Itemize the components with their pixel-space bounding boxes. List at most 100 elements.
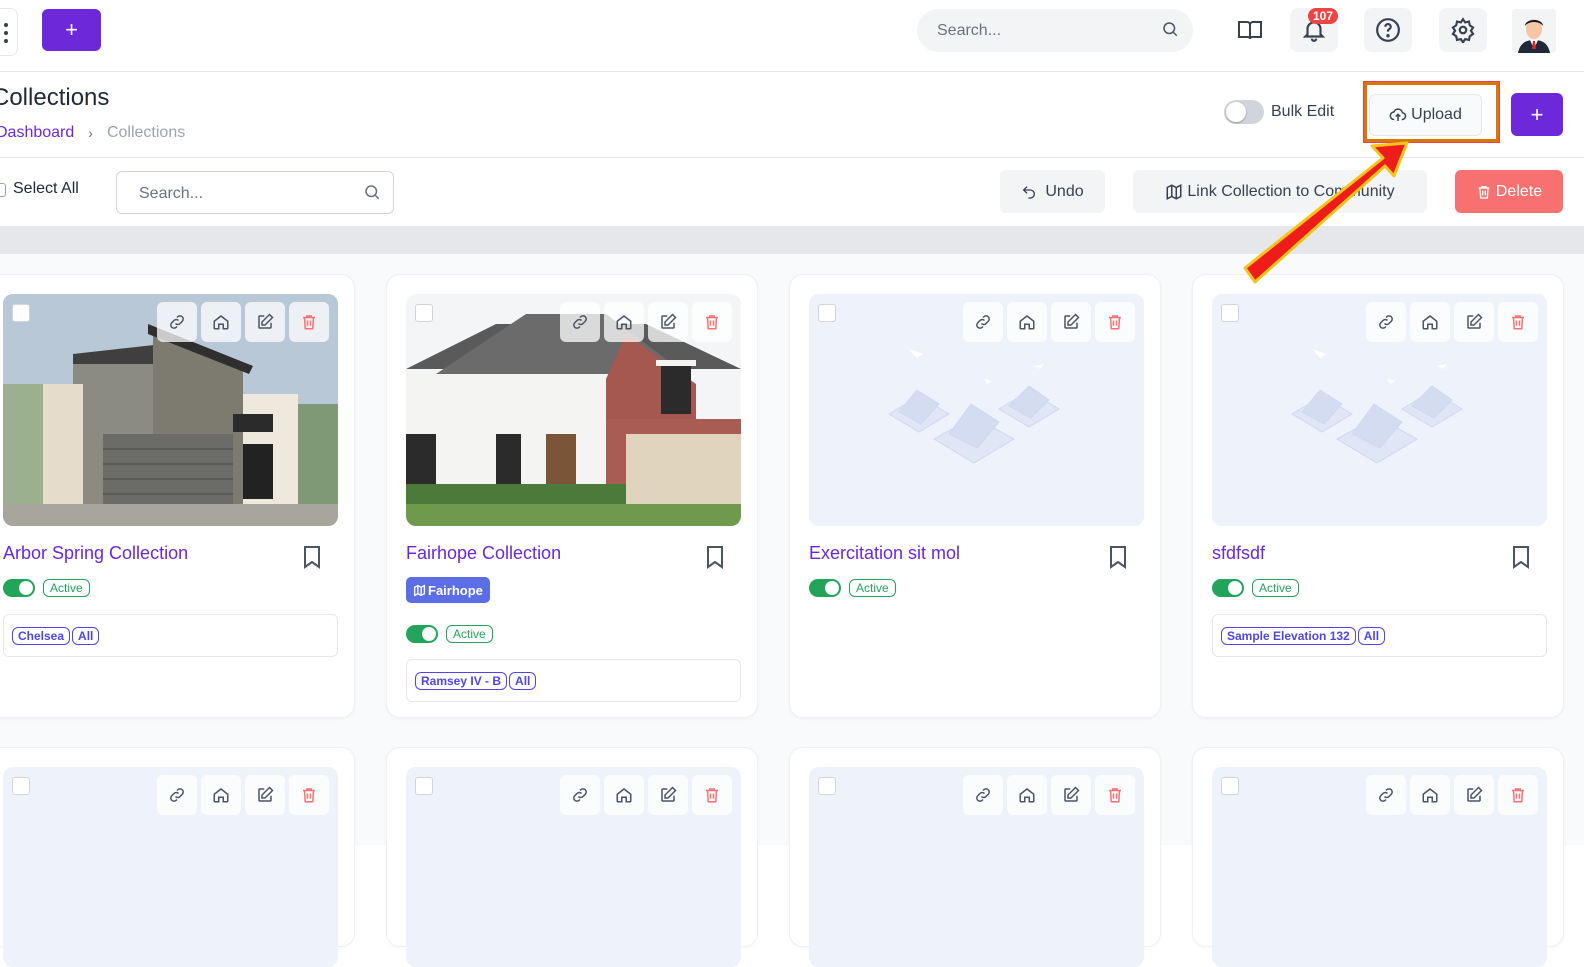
card-checkbox[interactable]: [1221, 304, 1239, 322]
collection-card[interactable]: sfdfsdf Active Sample Elevation 132 All: [1192, 274, 1564, 718]
bookmark-icon[interactable]: [1108, 545, 1128, 574]
link-icon[interactable]: [157, 302, 197, 342]
select-all-checkbox[interactable]: [0, 183, 6, 197]
active-toggle[interactable]: [406, 625, 438, 643]
card-checkbox[interactable]: [818, 304, 836, 322]
collection-card[interactable]: Arbor Spring Collection Active Chelsea A…: [0, 274, 355, 718]
card-title[interactable]: Fairhope Collection: [406, 543, 561, 564]
card-status: Active: [3, 579, 90, 597]
edit-icon[interactable]: [648, 775, 688, 815]
active-toggle[interactable]: [1212, 579, 1244, 597]
page-header: Collections Dashboard › Collections: [0, 72, 1584, 158]
card-actions: [1366, 775, 1538, 815]
card-title[interactable]: Exercitation sit mol: [809, 543, 960, 564]
edit-icon[interactable]: [648, 302, 688, 342]
bookmark-icon[interactable]: [302, 545, 322, 574]
collection-card[interactable]: [386, 747, 758, 967]
map-icon: [413, 584, 426, 596]
link-icon[interactable]: [963, 775, 1003, 815]
trash-icon[interactable]: [692, 775, 732, 815]
card-title[interactable]: Arbor Spring Collection: [3, 543, 188, 564]
bulk-edit-label: Bulk Edit: [1271, 103, 1335, 120]
collection-card[interactable]: Exercitation sit mol Active: [789, 274, 1161, 718]
trash-icon[interactable]: [1095, 775, 1135, 815]
tag: Chelsea: [12, 626, 71, 645]
trash-icon[interactable]: [1095, 302, 1135, 342]
trash-icon[interactable]: [692, 302, 732, 342]
breadcrumb-dashboard-link[interactable]: Dashboard: [0, 124, 74, 142]
link-icon[interactable]: [963, 302, 1003, 342]
top-bar: + 107: [0, 0, 1584, 72]
card-title[interactable]: sfdfsdf: [1212, 543, 1265, 564]
status-badge: Active: [43, 579, 90, 597]
notification-badge: 107: [1308, 8, 1339, 24]
collection-image-placeholder: [1212, 767, 1547, 967]
edit-icon[interactable]: [1051, 302, 1091, 342]
book-icon[interactable]: [1226, 8, 1274, 52]
edit-icon[interactable]: [1454, 775, 1494, 815]
user-avatar[interactable]: [1512, 9, 1556, 53]
edit-icon[interactable]: [1454, 302, 1494, 342]
menu-button[interactable]: [0, 8, 18, 56]
card-actions: [963, 775, 1135, 815]
global-search-input[interactable]: [937, 19, 1157, 43]
edit-icon[interactable]: [245, 302, 285, 342]
card-checkbox[interactable]: [415, 304, 433, 322]
home-icon[interactable]: [1007, 775, 1047, 815]
home-icon[interactable]: [604, 302, 644, 342]
trash-icon[interactable]: [1498, 775, 1538, 815]
card-checkbox[interactable]: [12, 777, 30, 795]
home-icon[interactable]: [604, 775, 644, 815]
undo-label: Undo: [1045, 182, 1084, 200]
help-icon[interactable]: [1364, 8, 1412, 52]
add-collection-button[interactable]: +: [1511, 93, 1563, 136]
home-icon[interactable]: [201, 775, 241, 815]
card-checkbox[interactable]: [12, 304, 30, 322]
link-icon[interactable]: [560, 302, 600, 342]
bookmark-icon[interactable]: [705, 545, 725, 574]
link-icon[interactable]: [157, 775, 197, 815]
home-icon[interactable]: [1410, 302, 1450, 342]
community-badge[interactable]: Fairhope: [406, 577, 490, 603]
card-actions: [157, 775, 329, 815]
bulk-edit-toggle[interactable]: [1224, 100, 1264, 124]
tag: Ramsey IV - B: [415, 671, 508, 690]
delete-button[interactable]: Delete: [1455, 170, 1563, 213]
gear-icon[interactable]: [1439, 8, 1487, 52]
undo-icon: [1023, 185, 1036, 199]
collection-card[interactable]: [1192, 747, 1564, 967]
collection-card[interactable]: [789, 747, 1161, 967]
edit-icon[interactable]: [245, 775, 285, 815]
collection-image-placeholder: [809, 767, 1144, 967]
link-collection-button[interactable]: Link Collection to Community: [1133, 170, 1427, 213]
tag: Sample Elevation 132: [1221, 626, 1356, 645]
trash-icon[interactable]: [1498, 302, 1538, 342]
collection-card[interactable]: Fairhope Collection Fairhope Active Rams…: [386, 274, 758, 718]
card-actions: [1366, 302, 1538, 342]
home-icon[interactable]: [1410, 775, 1450, 815]
trash-icon[interactable]: [289, 302, 329, 342]
link-icon[interactable]: [1366, 302, 1406, 342]
collection-card[interactable]: [0, 747, 355, 967]
undo-button[interactable]: Undo: [1000, 170, 1105, 213]
bookmark-icon[interactable]: [1511, 545, 1531, 574]
active-toggle[interactable]: [3, 579, 35, 597]
quick-add-button[interactable]: +: [42, 9, 101, 51]
collection-grid: Arbor Spring Collection Active Chelsea A…: [0, 254, 1584, 967]
card-checkbox[interactable]: [818, 777, 836, 795]
toolbar: Select All Undo Link Collection to Commu…: [0, 158, 1584, 226]
home-icon[interactable]: [201, 302, 241, 342]
card-checkbox[interactable]: [1221, 777, 1239, 795]
link-icon[interactable]: [1366, 775, 1406, 815]
active-toggle[interactable]: [809, 579, 841, 597]
community-name: Fairhope: [428, 582, 483, 598]
home-icon[interactable]: [1007, 302, 1047, 342]
card-checkbox[interactable]: [415, 777, 433, 795]
collection-search-input[interactable]: [139, 182, 349, 206]
global-search: [917, 9, 1193, 52]
link-icon[interactable]: [560, 775, 600, 815]
trash-icon[interactable]: [289, 775, 329, 815]
collection-search: [116, 171, 394, 214]
delete-label: Delete: [1495, 182, 1543, 200]
edit-icon[interactable]: [1051, 775, 1091, 815]
